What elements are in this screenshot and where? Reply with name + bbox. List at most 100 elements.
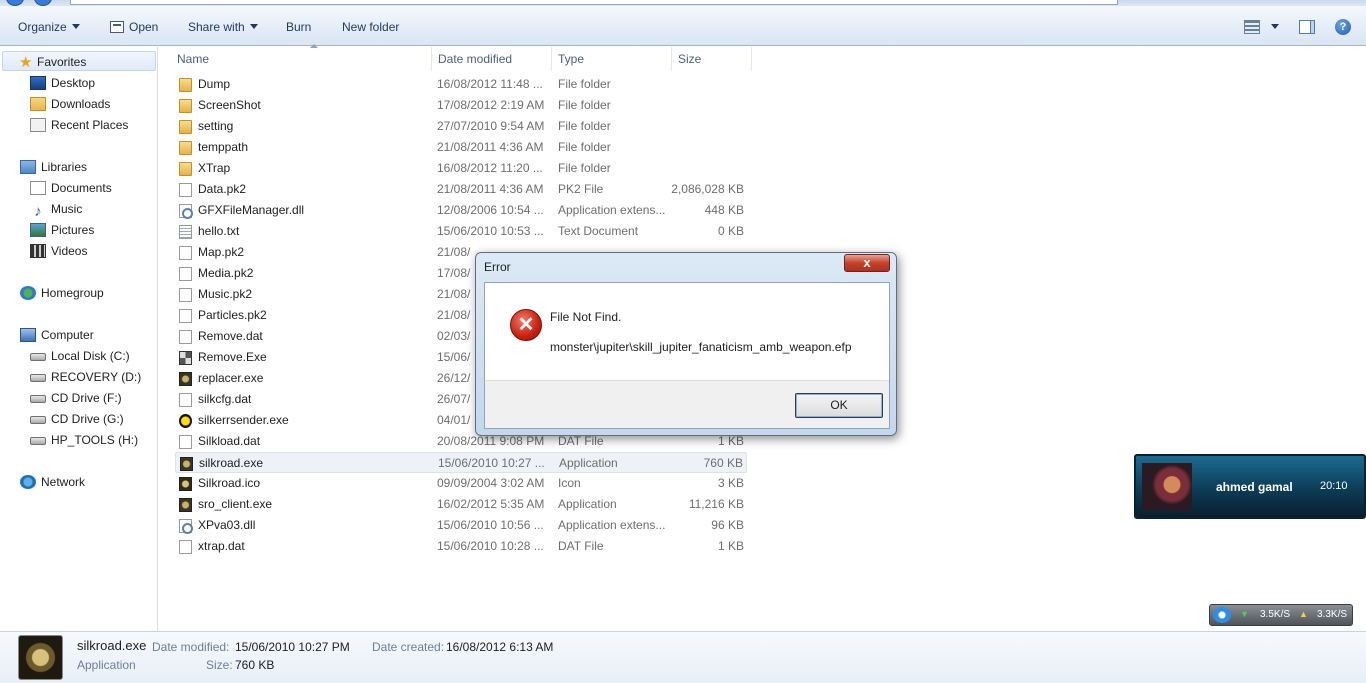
file-row[interactable]: GFXFileManager.dll 12/08/2006 10:54 ... Ap… [175,200,747,221]
file-date-modified: 02/03/ [437,329,471,343]
file-size: 0 KB [717,224,744,238]
column-header-type[interactable]: Type [552,47,672,71]
file-row[interactable]: xtrap.dat 15/06/2010 10:28 ... DAT File 1 K… [175,536,747,557]
open-button[interactable]: Open [110,18,158,36]
help-icon[interactable]: ? [1335,19,1351,35]
organize-menu[interactable]: Organize [18,18,80,36]
file-size: 3 KB [717,476,744,490]
dialog-message-area: ✕ File Not Find. monster\jupiter\skill_j… [485,283,889,380]
file-row[interactable]: Dump 16/08/2012 11:48 ... File folder [175,74,747,95]
nav-recovery-d[interactable]: RECOVERY (D:) [30,367,141,387]
nav-computer[interactable]: Computer [20,325,94,345]
file-type: File folder [558,119,611,133]
file-icon [179,540,192,554]
ok-button[interactable]: OK [795,393,883,418]
file-date-modified: 21/08/ [437,245,471,259]
file-row[interactable]: sro_client.exe 16/02/2012 5:35 AM Applicat… [175,494,747,515]
nav-documents[interactable]: Documents [30,178,112,198]
file-name: Particles.pk2 [198,308,267,322]
nav-recent-places[interactable]: Recent Places [30,115,128,135]
close-button[interactable]: x [844,254,890,272]
nav-label: Videos [51,244,88,258]
nav-label: Recent Places [51,118,129,132]
preview-pane-icon[interactable] [1299,20,1315,34]
column-header-date[interactable]: Date modified [432,47,552,71]
file-row[interactable]: ScreenShot 17/08/2012 2:19 AM File folder [175,95,747,116]
file-date-modified: 17/08/ [437,266,471,280]
address-bar[interactable] [70,0,1118,5]
file-size: 96 KB [711,518,744,532]
burn-button[interactable]: Burn [286,18,311,36]
share-with-menu[interactable]: Share with [188,18,258,36]
file-type: PK2 File [558,182,604,196]
nav-desktop[interactable]: Desktop [30,73,95,93]
network-icon [20,475,36,489]
dll-icon [179,519,193,534]
nav-network[interactable]: Network [20,472,85,492]
nav-music[interactable]: ♪ Music [30,199,82,219]
column-header-name[interactable]: Name [171,44,432,71]
nav-cd-drive-g[interactable]: CD Drive (G:) [30,409,124,429]
file-name: Remove.dat [198,329,263,343]
column-header-label: Size [678,52,702,66]
file-row[interactable]: Data.pk2 21/08/2011 4:36 AM PK2 File 2,086,… [175,179,747,200]
nav-cd-drive-f[interactable]: CD Drive (F:) [30,388,122,408]
contact-notification[interactable]: ahmed gamal 20:10 [1134,454,1366,519]
folder-icon [179,120,192,134]
nav-pictures[interactable]: Pictures [30,220,94,240]
nav-label: Network [41,475,86,489]
column-header-size[interactable]: Size [672,47,752,71]
nav-hp-tools-h[interactable]: HP_TOOLS (H:) [30,430,138,450]
pictures-icon [30,223,46,237]
nav-favorites[interactable]: ★ Favorites [2,51,156,71]
nav-libraries[interactable]: Libraries [20,157,87,177]
silkroad-exe-icon [180,457,193,471]
dialog-title: Error [484,260,511,274]
file-row[interactable]: hello.txt 15/06/2010 10:53 ... Text Docume… [175,221,747,242]
file-name: silkcfg.dat [198,392,252,406]
file-row[interactable]: XPva03.dll 15/06/2010 10:56 ... Applicatio… [175,515,747,536]
nav-label: Favorites [37,55,87,69]
details-size-label: Size: [206,658,233,672]
file-icon [179,246,192,260]
file-size: 11,216 KB [688,497,744,511]
network-speed-meter[interactable]: ▼ 3.5K/S ▲ 3.3K/S [1209,604,1353,626]
file-date-modified: 16/02/2012 5:35 AM [437,497,545,511]
notification-contact-name: ahmed gamal [1216,480,1293,494]
file-row[interactable]: silkroad.exe 15/06/2010 10:27 ... Applicat… [175,452,747,473]
nav-downloads[interactable]: Downloads [30,94,110,114]
burn-label: Burn [286,20,312,34]
nav-homegroup[interactable]: Homegroup [20,283,104,303]
view-options-dropdown[interactable] [1266,18,1279,36]
folder-icon [179,99,192,113]
folder-icon [179,141,192,155]
file-type: Application extens... [558,203,666,217]
column-header-label: Type [558,52,585,66]
file-date-modified: 15/06/2010 10:28 ... [437,539,544,553]
file-row[interactable]: XTrap 16/08/2012 11:20 ... File folder [175,158,747,179]
file-type: Icon [558,476,581,490]
avatar [1142,463,1192,511]
file-name: ScreenShot [198,98,261,112]
file-row[interactable]: setting 27/07/2010 9:54 AM File folder [175,116,747,137]
nav-videos[interactable]: Videos [30,241,87,261]
file-type: File folder [558,98,611,112]
details-date-modified: 15/06/2010 10:27 PM [235,640,350,654]
folder-icon [179,78,192,92]
file-date-modified: 09/09/2004 3:02 AM [437,476,545,490]
nav-local-disk-c[interactable]: Local Disk (C:) [30,346,130,366]
nav-label: Homegroup [41,286,104,300]
file-type: DAT File [558,539,604,553]
file-row[interactable]: Silkroad.ico 09/09/2004 3:02 AM Icon 3 KB [175,473,747,494]
downloads-folder-icon [30,97,46,111]
chevron-down-icon [71,24,80,29]
dialog-body: ✕ File Not Find. monster\jupiter\skill_j… [484,282,890,429]
file-name: Silkload.dat [198,434,261,448]
file-row[interactable]: temppath 21/08/2011 4:36 AM File folder [175,137,747,158]
change-view-icon[interactable] [1244,20,1260,34]
nav-label: HP_TOOLS (H:) [51,433,139,447]
sort-ascending-icon [310,44,318,48]
silkroad-exe-icon [179,372,192,386]
new-folder-button[interactable]: New folder [342,18,399,36]
text-file-icon [179,225,192,239]
